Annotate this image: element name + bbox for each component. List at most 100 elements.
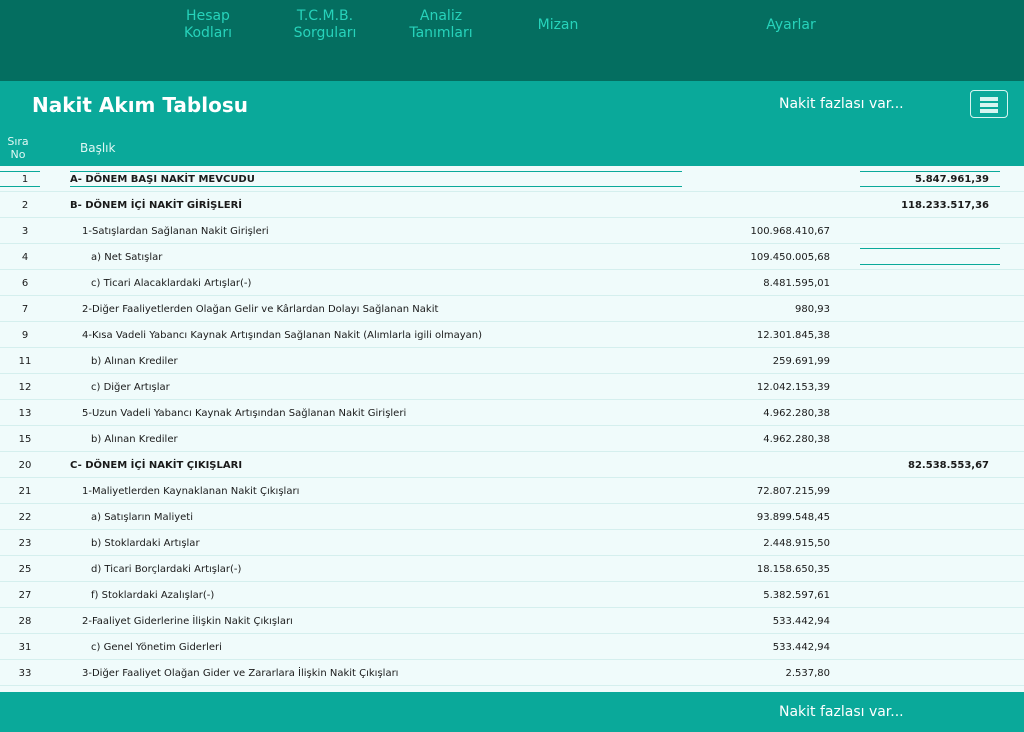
row-title: b) Alınan Krediler bbox=[91, 356, 178, 367]
table-row[interactable]: 15 b) Alınan Krediler 4.962.280,38 bbox=[0, 426, 1024, 452]
nav-tcmb-line2: Sorguları bbox=[293, 25, 357, 41]
row-title: A- DÖNEM BAŞI NAKİT MEVCUDU bbox=[70, 174, 255, 185]
nav-tcmb-sorgulari[interactable]: T.C.M.B. Sorguları bbox=[290, 8, 360, 42]
nav-ayarlar-label: Ayarlar bbox=[766, 17, 816, 33]
row-number: 12 bbox=[18, 382, 32, 393]
row-amount: 72.807.215,99 bbox=[756, 486, 830, 497]
table-row[interactable]: 3 1-Satışlardan Sağlanan Nakit Girişleri 1… bbox=[0, 218, 1024, 244]
table-row[interactable]: 9 4-Kısa Vadeli Yabancı Kaynak Artışından… bbox=[0, 322, 1024, 348]
table-row[interactable]: 6 c) Ticari Alacaklardaki Artışlar(-) 8.48… bbox=[0, 270, 1024, 296]
divider-line bbox=[860, 264, 1000, 265]
row-amount: 533.442,94 bbox=[772, 642, 830, 653]
row-amount: 5.382.597,61 bbox=[763, 590, 830, 601]
header-more-link[interactable]: Nakit fazlası var... bbox=[779, 96, 904, 112]
row-title: 3-Diğer Faaliyet Olağan Gider ve Zararla… bbox=[82, 668, 399, 679]
row-title: c) Ticari Alacaklardaki Artışlar(-) bbox=[91, 278, 252, 289]
row-amount: 4.962.280,38 bbox=[763, 408, 830, 419]
row-amount: 100.968.410,67 bbox=[750, 226, 830, 237]
row-amount: 2.537,80 bbox=[785, 668, 830, 679]
row-amount: 109.450.005,68 bbox=[750, 252, 830, 263]
menu-button[interactable] bbox=[970, 90, 1008, 118]
row-total: 5.847.961,39 bbox=[914, 174, 989, 185]
column-header-baslik: Başlık bbox=[80, 141, 116, 155]
row-number: 33 bbox=[18, 668, 32, 679]
row-amount: 18.158.650,35 bbox=[756, 564, 830, 575]
row-number: 20 bbox=[18, 460, 32, 471]
divider-line bbox=[70, 186, 682, 187]
row-total: 118.233.517,36 bbox=[901, 200, 989, 211]
row-title: 4-Kısa Vadeli Yabancı Kaynak Artışından … bbox=[82, 330, 483, 341]
row-number: 27 bbox=[18, 590, 32, 601]
row-amount: 533.442,94 bbox=[772, 616, 830, 627]
table-row[interactable]: 23 b) Stoklardaki Artışlar 2.448.915,50 bbox=[0, 530, 1024, 556]
nav-ayarlar[interactable]: Ayarlar bbox=[760, 17, 822, 34]
row-amount: 2.448.915,50 bbox=[763, 538, 830, 549]
table-row[interactable]: 31 c) Genel Yönetim Giderleri 533.442,94 bbox=[0, 634, 1024, 660]
nav-analiz-tanimlari[interactable]: Analiz Tanımları bbox=[406, 8, 476, 42]
nav-hesap-kodlari[interactable]: Hesap Kodları bbox=[182, 8, 234, 42]
row-number: 9 bbox=[21, 330, 29, 341]
nav-analiz-line1: Analiz bbox=[419, 8, 463, 24]
table-row[interactable]: 33 3-Diğer Faaliyet Olağan Gider ve Zarar… bbox=[0, 660, 1024, 686]
row-title: 1-Satışlardan Sağlanan Nakit Girişleri bbox=[82, 226, 269, 237]
divider-line bbox=[70, 171, 682, 172]
row-number: 13 bbox=[18, 408, 32, 419]
table-row[interactable]: 13 5-Uzun Vadeli Yabancı Kaynak Artışında… bbox=[0, 400, 1024, 426]
table-row[interactable]: 2 B- DÖNEM İÇİ NAKİT GİRİŞLERİ 118.233.517… bbox=[0, 192, 1024, 218]
footer-bar: Nakit fazlası var... bbox=[0, 692, 1024, 732]
row-amount: 980,93 bbox=[795, 304, 830, 315]
table-header: Sıra No Başlık bbox=[0, 131, 1024, 166]
row-title: 2-Faaliyet Giderlerine İlişkin Nakit Çık… bbox=[82, 616, 293, 627]
row-title: 5-Uzun Vadeli Yabancı Kaynak Artışından … bbox=[82, 408, 407, 419]
row-title: B- DÖNEM İÇİ NAKİT GİRİŞLERİ bbox=[70, 200, 243, 211]
cash-flow-table: 1 A- DÖNEM BAŞI NAKİT MEVCUDU 5.847.961,39… bbox=[0, 166, 1024, 692]
row-amount: 4.962.280,38 bbox=[763, 434, 830, 445]
table-row[interactable]: 11 b) Alınan Krediler 259.691,99 bbox=[0, 348, 1024, 374]
table-row[interactable]: 21 1-Maliyetlerden Kaynaklanan Nakit Çıkı… bbox=[0, 478, 1024, 504]
table-row[interactable]: 20 C- DÖNEM İÇİ NAKİT ÇIKIŞLARI 82.538.553… bbox=[0, 452, 1024, 478]
row-number: 15 bbox=[18, 434, 32, 445]
row-number: 22 bbox=[18, 512, 32, 523]
footer-more-link[interactable]: Nakit fazlası var... bbox=[779, 704, 904, 720]
row-amount: 12.042.153,39 bbox=[756, 382, 830, 393]
divider-line bbox=[860, 171, 1000, 172]
nav-mizan-label: Mizan bbox=[537, 17, 579, 33]
page-title: Nakit Akım Tablosu bbox=[32, 93, 248, 117]
nav-mizan[interactable]: Mizan bbox=[530, 17, 586, 34]
row-title: f) Stoklardaki Azalışlar(-) bbox=[91, 590, 215, 601]
nav-tcmb-line1: T.C.M.B. bbox=[296, 8, 354, 24]
table-row[interactable]: 12 c) Diğer Artışlar 12.042.153,39 bbox=[0, 374, 1024, 400]
row-title: c) Genel Yönetim Giderleri bbox=[91, 642, 222, 653]
row-number: 3 bbox=[21, 226, 29, 237]
row-number: 2 bbox=[21, 200, 29, 211]
row-number: 25 bbox=[18, 564, 32, 575]
nav-analiz-line2: Tanımları bbox=[409, 25, 473, 41]
table-row[interactable]: 27 f) Stoklardaki Azalışlar(-) 5.382.597,6… bbox=[0, 582, 1024, 608]
divider-line bbox=[860, 248, 1000, 249]
table-row[interactable]: 7 2-Diğer Faaliyetlerden Olağan Gelir ve … bbox=[0, 296, 1024, 322]
column-header-sira: Sıra bbox=[7, 135, 29, 148]
column-header-sira-no: Sıra No bbox=[0, 135, 36, 161]
column-header-no: No bbox=[10, 148, 26, 161]
row-title: 1-Maliyetlerden Kaynaklanan Nakit Çıkışl… bbox=[82, 486, 300, 497]
table-row[interactable]: 25 d) Ticari Borçlardaki Artışlar(-) 18.15… bbox=[0, 556, 1024, 582]
row-number: 4 bbox=[21, 252, 29, 263]
table-row[interactable]: 22 a) Satışların Maliyeti 93.899.548,45 bbox=[0, 504, 1024, 530]
row-amount: 12.301.845,38 bbox=[756, 330, 830, 341]
row-number: 1 bbox=[21, 174, 29, 185]
row-number: 11 bbox=[18, 356, 32, 367]
row-number: 21 bbox=[18, 486, 32, 497]
table-row[interactable]: 1 A- DÖNEM BAŞI NAKİT MEVCUDU 5.847.961,39 bbox=[0, 166, 1024, 192]
nav-hesap-line2: Kodları bbox=[183, 25, 233, 41]
nav-hesap-line1: Hesap bbox=[186, 8, 230, 24]
row-title: 2-Diğer Faaliyetlerden Olağan Gelir ve K… bbox=[82, 304, 439, 315]
row-number: 31 bbox=[18, 642, 32, 653]
table-row[interactable]: 28 2-Faaliyet Giderlerine İlişkin Nakit Ç… bbox=[0, 608, 1024, 634]
row-title: a) Net Satışlar bbox=[91, 252, 163, 263]
row-number: 7 bbox=[21, 304, 29, 315]
title-bar: Nakit Akım Tablosu Nakit fazlası var... bbox=[0, 81, 1024, 131]
row-total: 82.538.553,67 bbox=[908, 460, 989, 471]
row-title: C- DÖNEM İÇİ NAKİT ÇIKIŞLARI bbox=[70, 460, 243, 471]
top-navigation: Hesap Kodları T.C.M.B. Sorguları Analiz … bbox=[0, 0, 1024, 81]
row-number: 28 bbox=[18, 616, 32, 627]
